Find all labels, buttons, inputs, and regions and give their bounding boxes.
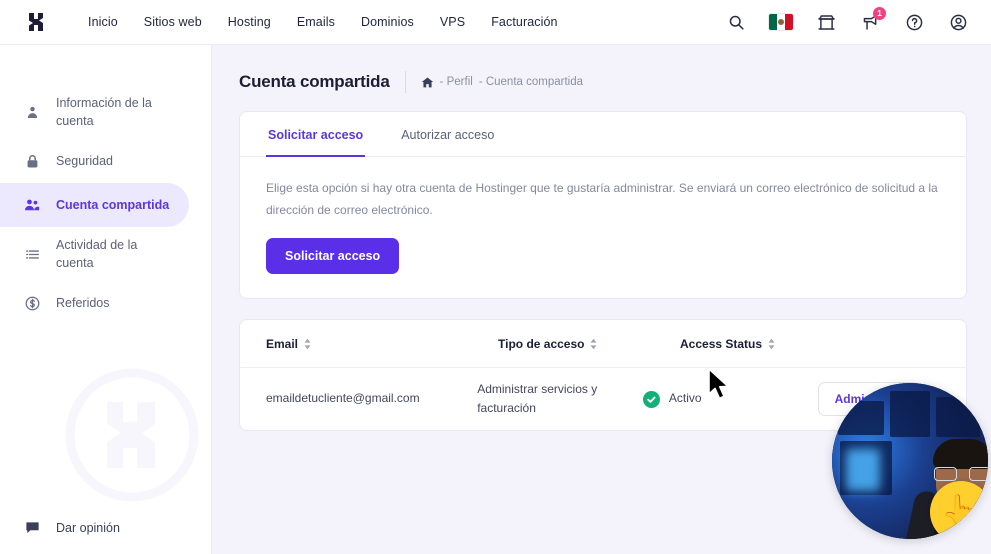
sort-icon[interactable]	[767, 338, 776, 350]
page-title: Cuenta compartida	[239, 72, 390, 91]
column-label: Tipo de acceso	[498, 336, 585, 351]
nav-item-inicio[interactable]: Inicio	[88, 15, 118, 29]
sidebar-item-label: Actividad de la cuenta	[56, 238, 138, 271]
hostinger-watermark	[57, 360, 207, 510]
sidebar-item-actividad-de-la-cuenta[interactable]: Actividad de la cuenta	[0, 227, 189, 281]
top-header: Inicio Sitios web Hosting Emails Dominio…	[0, 0, 991, 45]
dollar-circle-icon	[22, 295, 42, 312]
sidebar-item-referidos[interactable]: Referidos	[0, 282, 189, 326]
user-icon	[22, 104, 42, 121]
column-header-tipo-de-acceso[interactable]: Tipo de acceso	[498, 337, 680, 351]
divider	[404, 71, 406, 93]
table-header-row: Email Tipo de acceso Access Status	[240, 320, 966, 369]
app-window: Inicio Sitios web Hosting Emails Dominio…	[0, 0, 991, 554]
store-icon[interactable]	[815, 11, 837, 33]
sort-icon[interactable]	[589, 338, 598, 350]
feedback-label: Dar opinión	[56, 520, 120, 535]
sidebar-item-label: Información de la cuenta	[56, 96, 152, 129]
tab-solicitar-acceso[interactable]: Solicitar acceso	[266, 113, 366, 157]
sidebar-item-label: Cuenta compartida	[56, 198, 170, 213]
user-circle-icon[interactable]	[947, 11, 969, 33]
breadcrumb-item-cuenta-compartida[interactable]: - Cuenta compartida	[479, 76, 583, 88]
column-header-access-status[interactable]: Access Status	[680, 337, 872, 351]
main-nav: Inicio Sitios web Hosting Emails Dominio…	[88, 15, 558, 29]
list-icon	[22, 246, 42, 263]
column-label: Access Status	[680, 336, 763, 351]
home-icon[interactable]	[421, 76, 434, 89]
nav-item-vps[interactable]: VPS	[440, 15, 465, 29]
megaphone-icon[interactable]: 1	[859, 7, 886, 33]
cell-status: Activo	[642, 389, 818, 409]
sidebar-item-informacion-de-la-cuenta[interactable]: Información de la cuenta	[0, 85, 189, 139]
nav-item-sitios-web[interactable]: Sitios web	[144, 15, 202, 29]
sidebar-item-label: Referidos	[56, 296, 110, 311]
check-circle-icon	[642, 390, 660, 408]
pointing-hand-emoji: 👆	[930, 481, 988, 539]
sidebar-item-cuenta-compartida[interactable]: Cuenta compartida	[0, 183, 189, 228]
chat-icon	[22, 519, 42, 536]
request-access-card: Solicitar acceso Autorizar acceso Elige …	[239, 111, 967, 300]
nav-item-hosting[interactable]: Hosting	[228, 15, 271, 29]
breadcrumb-item-perfil[interactable]: - Perfil	[440, 76, 473, 88]
feedback-button[interactable]: Dar opinión	[0, 519, 211, 536]
nav-item-emails[interactable]: Emails	[297, 15, 335, 29]
cell-email: emaildetucliente@gmail.com	[266, 391, 420, 406]
sidebar-item-seguridad[interactable]: Seguridad	[0, 139, 189, 183]
tab-bar: Solicitar acceso Autorizar acceso	[240, 112, 966, 157]
request-description: Elige esta opción si hay otra cuenta de …	[266, 181, 938, 218]
sort-icon[interactable]	[303, 338, 312, 350]
solicitar-acceso-button[interactable]: Solicitar acceso	[266, 238, 400, 275]
hostinger-logo[interactable]	[0, 9, 76, 35]
column-label: Email	[266, 336, 299, 351]
webcam-overlay: 👆	[832, 383, 988, 539]
mexico-flag-icon[interactable]	[769, 14, 793, 30]
sidebar-item-label: Seguridad	[56, 154, 113, 169]
breadcrumb: - Perfil - Cuenta compartida	[421, 76, 583, 89]
status-badge: Activo	[668, 391, 702, 406]
nav-item-dominios[interactable]: Dominios	[361, 15, 414, 29]
column-header-email[interactable]: Email	[266, 337, 498, 351]
sidebar: Información de la cuenta Seguridad Cuent…	[0, 45, 212, 554]
page-header: Cuenta compartida - Perfil - Cuenta comp…	[212, 45, 991, 93]
cell-access-type: Administrar servicios y facturación	[477, 381, 598, 416]
tab-autorizar-acceso[interactable]: Autorizar acceso	[399, 113, 496, 157]
request-access-body: Elige esta opción si hay otra cuenta de …	[240, 157, 966, 298]
help-circle-icon[interactable]	[903, 11, 925, 33]
search-icon[interactable]	[725, 11, 747, 33]
sidebar-nav: Información de la cuenta Seguridad Cuent…	[0, 45, 211, 326]
header-actions: 1	[725, 7, 991, 33]
lock-icon	[22, 153, 42, 170]
nav-item-facturacion[interactable]: Facturación	[491, 15, 557, 29]
notification-badge: 1	[873, 7, 886, 20]
users-icon	[22, 196, 42, 214]
